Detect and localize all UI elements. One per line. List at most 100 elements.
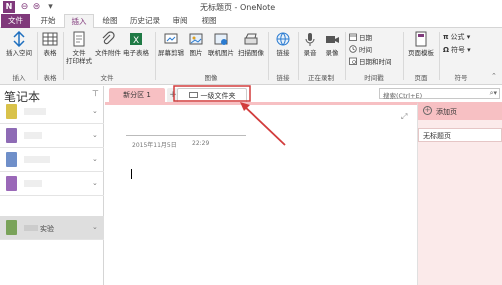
group-separator	[37, 32, 38, 80]
tab-home[interactable]: 开始	[35, 14, 61, 28]
date-button[interactable]: 日期	[349, 33, 372, 43]
calendar-icon	[349, 33, 357, 41]
redacted-text	[24, 225, 38, 231]
screen-clipping-label: 屏幕剪辑	[158, 49, 184, 57]
date-time-button[interactable]: 日期和时间	[349, 57, 392, 67]
page-list-pane: + 添加页 无标题页	[418, 102, 502, 285]
scanned-image-button[interactable]: 扫描图像	[236, 31, 266, 57]
record-audio-label: 录音	[303, 49, 317, 57]
symbol-button[interactable]: Ω 符号 ▾	[443, 46, 471, 55]
notebook-icon	[6, 104, 17, 119]
picture-icon	[189, 33, 203, 45]
notebook-name	[24, 108, 46, 115]
section-tab-label: 新分区 1	[123, 91, 151, 99]
calendar-clock-icon	[349, 57, 357, 65]
quick-access-dropdown-icon[interactable]: ▾	[45, 1, 56, 13]
back-icon[interactable]: ⊖	[19, 1, 30, 13]
search-input[interactable]: 搜索(Ctrl+E)	[383, 90, 422, 100]
file-printout-button[interactable]: 文件 打印样式	[64, 31, 94, 65]
text-cursor	[131, 169, 132, 179]
picture-button[interactable]: 图片	[186, 31, 206, 57]
online-picture-button[interactable]: 联机图片	[206, 31, 236, 57]
page-templates-label: 页面模板	[408, 49, 434, 57]
expand-icon[interactable]: ⤢	[401, 112, 407, 122]
spreadsheet-button[interactable]: X 电子表格	[122, 31, 150, 57]
folder-icon	[188, 92, 198, 98]
scanner-icon	[244, 33, 258, 45]
microphone-icon	[305, 33, 315, 46]
record-video-button[interactable]: 录像	[322, 31, 342, 57]
pin-icon[interactable]: ⊤	[92, 89, 99, 98]
add-circle-icon: +	[423, 106, 432, 115]
group-separator	[345, 32, 346, 80]
insert-space-button[interactable]: 插入空间	[3, 31, 35, 57]
notebook-icon	[6, 176, 17, 191]
group-label-links: 链接	[276, 74, 290, 82]
group-separator	[403, 32, 404, 80]
tab-view[interactable]: 视图	[196, 14, 222, 28]
page-time: 22:29	[192, 140, 210, 147]
title-bar: N ⊖ ⊜ ▾ 无标题页 - OneNote	[0, 0, 502, 14]
file-attachment-label: 文件附件	[95, 49, 121, 57]
page-list-item-label: 无标题页	[423, 132, 451, 140]
group-separator	[268, 32, 269, 80]
section-group-folder[interactable]: 一级文件夹	[177, 88, 247, 102]
notebook-item[interactable]: ⌄	[0, 148, 104, 172]
search-box[interactable]: 搜索(Ctrl+E) ⌕▾	[379, 88, 500, 100]
link-label: 链接	[276, 49, 290, 57]
chevron-down-icon[interactable]: ⌄	[92, 155, 98, 163]
window-title: 无标题页 - OneNote	[200, 3, 276, 12]
chevron-down-icon[interactable]: ⌄	[92, 131, 98, 139]
forward-icon[interactable]: ⊜	[31, 1, 42, 13]
svg-text:X: X	[133, 36, 139, 46]
chevron-down-icon[interactable]: ⌄	[92, 223, 98, 231]
group-label-images: 图像	[204, 74, 218, 82]
link-icon	[276, 32, 290, 46]
section-group-label: 一级文件夹	[200, 92, 236, 100]
collapse-ribbon-icon[interactable]: ⌃	[491, 72, 497, 80]
excel-icon: X	[130, 33, 142, 46]
record-audio-button[interactable]: 录音	[300, 31, 320, 57]
chevron-down-icon[interactable]: ⌄	[92, 179, 98, 187]
group-label-recording: 正在录制	[308, 74, 334, 82]
pi-icon: π	[443, 33, 449, 41]
search-icon[interactable]: ⌕▾	[490, 89, 497, 98]
tab-review[interactable]: 审阅	[167, 14, 193, 28]
link-button[interactable]: 链接	[270, 31, 296, 57]
page-canvas[interactable]: ⤢ 2015年11月5日 22:29	[105, 102, 418, 285]
chevron-down-icon[interactable]: ⌄	[92, 107, 98, 115]
file-attachment-button[interactable]: 文件附件	[94, 31, 122, 57]
page-templates-button[interactable]: 页面模板	[405, 31, 437, 57]
notebook-icon	[6, 220, 17, 235]
ribbon-tab-bar: 文件 开始 插入 绘图 历史记录 审阅 视图	[0, 14, 502, 29]
section-tab-new-section-1[interactable]: 新分区 1	[109, 88, 165, 102]
notebook-item-selected[interactable]: 实验 ⌄	[0, 216, 104, 240]
screen-clipping-icon	[164, 33, 178, 44]
notebook-name	[24, 132, 42, 139]
notebook-name	[24, 156, 50, 163]
onenote-app-icon: N	[3, 1, 15, 13]
equation-button[interactable]: π 公式 ▾	[443, 33, 470, 42]
add-page-button[interactable]: + 添加页	[418, 102, 502, 120]
group-label-tables: 表格	[43, 74, 57, 82]
page-list-item[interactable]: 无标题页	[418, 128, 502, 142]
tab-insert[interactable]: 插入	[64, 14, 94, 29]
notebook-item[interactable]: ⌄	[0, 124, 104, 148]
ribbon-insert-panel: 插入空间 插入 表格 表格 文件 打印样式 文件附件 X 电子表格 文件 屏幕剪…	[0, 28, 502, 85]
notebook-item[interactable]: ⌄	[0, 172, 104, 196]
record-video-label: 录像	[325, 49, 339, 57]
time-button[interactable]: 时间	[349, 45, 372, 55]
tab-file[interactable]: 文件	[1, 14, 30, 28]
notebook-icon	[6, 152, 17, 167]
insert-space-label: 插入空间	[6, 49, 32, 57]
group-label-pages: 页面	[414, 74, 428, 82]
screen-clipping-button[interactable]: 屏幕剪辑	[156, 31, 186, 57]
group-label-symbols: 符号	[454, 74, 468, 82]
notebook-name: 实验	[40, 225, 54, 233]
tab-draw[interactable]: 绘图	[97, 14, 123, 28]
table-button[interactable]: 表格	[39, 31, 61, 57]
time-label: 时间	[359, 46, 372, 54]
chevron-down-icon: ▾	[464, 33, 471, 41]
tab-history[interactable]: 历史记录	[126, 14, 164, 28]
notebook-item[interactable]: ⌄	[0, 100, 104, 124]
